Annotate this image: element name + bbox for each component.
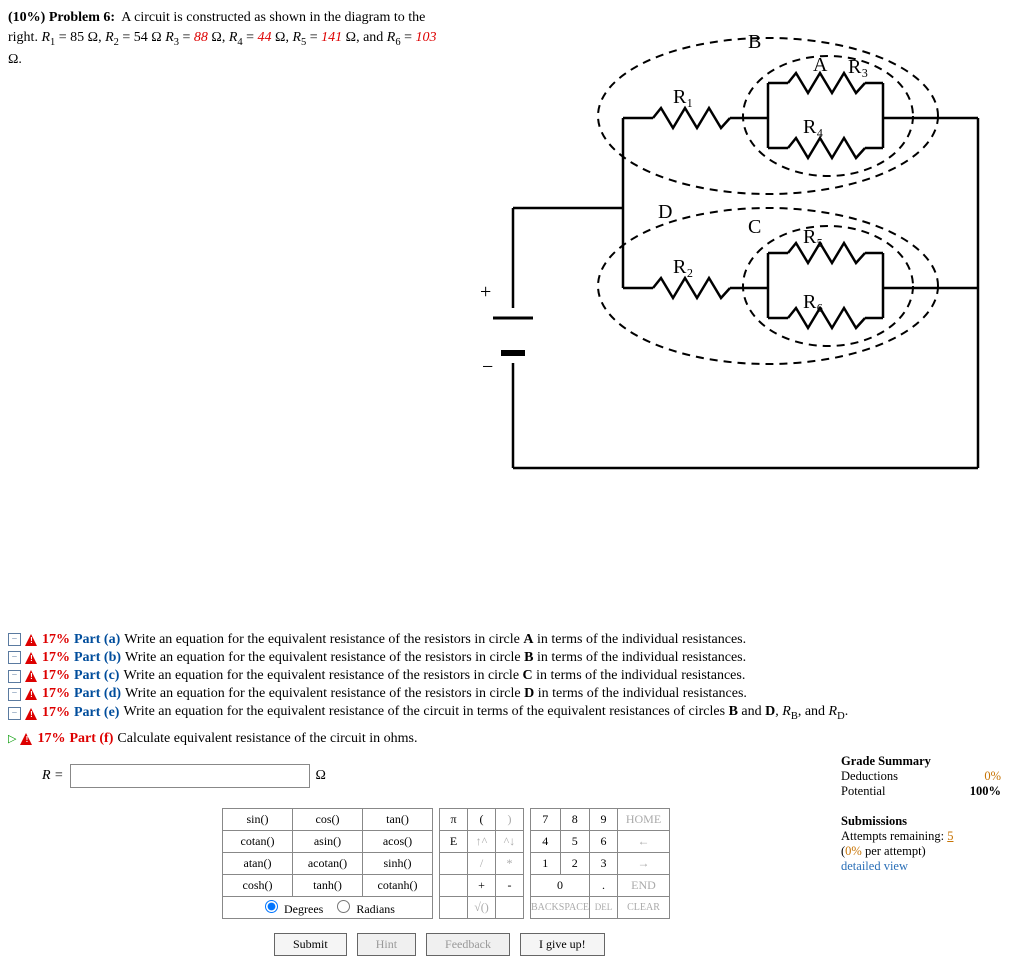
- svg-text:R₁: R₁: [673, 86, 693, 108]
- degrees-radio[interactable]: Degrees: [260, 902, 323, 916]
- key-pow-down[interactable]: ^↓: [496, 830, 524, 852]
- svg-text:B: B: [748, 31, 761, 53]
- svg-text:D: D: [658, 201, 672, 223]
- key-right[interactable]: →: [618, 852, 670, 874]
- answer-input[interactable]: [70, 764, 310, 788]
- key-E[interactable]: E: [440, 830, 468, 852]
- svg-text:+: +: [480, 281, 491, 303]
- key-minus[interactable]: -: [496, 874, 524, 896]
- svg-text:R₅: R₅: [803, 226, 823, 248]
- give-up-button[interactable]: I give up!: [520, 933, 605, 956]
- key-div[interactable]: /: [468, 852, 496, 874]
- collapse-icon[interactable]: −: [8, 633, 21, 646]
- fn-cosh[interactable]: cosh(): [223, 874, 293, 896]
- key-blank: [440, 896, 468, 918]
- key-2[interactable]: 2: [560, 852, 590, 874]
- answer-prefix: R =: [42, 768, 64, 784]
- key-6[interactable]: 6: [590, 830, 618, 852]
- key-4[interactable]: 4: [531, 830, 561, 852]
- collapse-icon[interactable]: −: [8, 688, 21, 701]
- fn-acos[interactable]: acos(): [363, 830, 433, 852]
- alert-icon: [25, 688, 38, 700]
- feedback-button[interactable]: Feedback: [426, 933, 510, 956]
- key-pow-up[interactable]: ↑^: [468, 830, 496, 852]
- number-keypad: 789HOME 456← 123→ 0.END BACKSPACEDELCLEA…: [530, 808, 670, 919]
- part-f[interactable]: ▷ 17% Part (f) Calculate equivalent resi…: [8, 730, 1021, 748]
- collapse-icon[interactable]: −: [8, 651, 21, 664]
- fn-tan[interactable]: tan(): [363, 808, 433, 830]
- circuit-diagram: B A D C R₁ R₃ R₄ R₂ R₅ R₆ + −: [468, 8, 1008, 478]
- key-blank: [496, 896, 524, 918]
- fn-cos[interactable]: cos(): [293, 808, 363, 830]
- key-rparen[interactable]: ): [496, 808, 524, 830]
- key-lparen[interactable]: (: [468, 808, 496, 830]
- part-c[interactable]: − 17% Part (c) Write an equation for the…: [8, 667, 1021, 685]
- key-8[interactable]: 8: [560, 808, 590, 830]
- key-3[interactable]: 3: [590, 852, 618, 874]
- key-end[interactable]: END: [618, 874, 670, 896]
- fn-cotanh[interactable]: cotanh(): [363, 874, 433, 896]
- key-clear[interactable]: CLEAR: [618, 896, 670, 918]
- hint-button[interactable]: Hint: [357, 933, 416, 956]
- key-7[interactable]: 7: [531, 808, 561, 830]
- alert-icon: [25, 670, 38, 682]
- key-blank: [440, 874, 468, 896]
- fn-sinh[interactable]: sinh(): [363, 852, 433, 874]
- key-9[interactable]: 9: [590, 808, 618, 830]
- key-pi[interactable]: π: [440, 808, 468, 830]
- key-blank: [440, 852, 468, 874]
- detailed-view-link[interactable]: detailed view: [841, 859, 908, 873]
- svg-text:A: A: [813, 54, 828, 76]
- alert-icon: [25, 708, 38, 720]
- part-b[interactable]: − 17% Part (b) Write an equation for the…: [8, 649, 1021, 667]
- function-keypad: sin()cos()tan() cotan()asin()acos() atan…: [222, 808, 433, 919]
- key-dot[interactable]: .: [590, 874, 618, 896]
- fn-atan[interactable]: atan(): [223, 852, 293, 874]
- fn-cotan[interactable]: cotan(): [223, 830, 293, 852]
- alert-icon: [25, 652, 38, 664]
- attempts-remaining[interactable]: 5: [947, 829, 953, 843]
- alert-icon: [20, 733, 33, 745]
- svg-text:R₃: R₃: [848, 56, 868, 78]
- svg-text:R₄: R₄: [803, 116, 823, 138]
- key-del[interactable]: DEL: [590, 896, 618, 918]
- key-sqrt[interactable]: √(): [468, 896, 496, 918]
- symbol-keypad: π() E↑^^↓ /* +- √(): [439, 808, 524, 919]
- problem-statement: (10%) Problem 6: A circuit is constructe…: [8, 8, 438, 71]
- key-mul[interactable]: *: [496, 852, 524, 874]
- expand-icon[interactable]: ▷: [8, 732, 16, 746]
- fn-tanh[interactable]: tanh(): [293, 874, 363, 896]
- grade-summary: Grade Summary Deductions0% Potential100%…: [841, 754, 1001, 874]
- answer-unit: Ω: [316, 768, 326, 784]
- radians-radio[interactable]: Radians: [332, 902, 395, 916]
- collapse-icon[interactable]: −: [8, 670, 21, 683]
- key-home[interactable]: HOME: [618, 808, 670, 830]
- key-0[interactable]: 0: [531, 874, 590, 896]
- key-left[interactable]: ←: [618, 830, 670, 852]
- part-a[interactable]: − 17% Part (a) Write an equation for the…: [8, 631, 1021, 649]
- fn-asin[interactable]: asin(): [293, 830, 363, 852]
- svg-text:R₆: R₆: [803, 291, 823, 313]
- fn-sin[interactable]: sin(): [223, 808, 293, 830]
- alert-icon: [25, 634, 38, 646]
- part-e[interactable]: − 17% Part (e) Write an equation for the…: [8, 703, 1021, 723]
- svg-text:R₂: R₂: [673, 256, 693, 278]
- svg-text:−: −: [482, 356, 493, 378]
- part-d[interactable]: − 17% Part (d) Write an equation for the…: [8, 685, 1021, 703]
- key-1[interactable]: 1: [531, 852, 561, 874]
- key-backspace[interactable]: BACKSPACE: [531, 896, 590, 918]
- fn-acotan[interactable]: acotan(): [293, 852, 363, 874]
- key-plus[interactable]: +: [468, 874, 496, 896]
- submit-button[interactable]: Submit: [274, 933, 347, 956]
- collapse-icon[interactable]: −: [8, 707, 21, 720]
- key-5[interactable]: 5: [560, 830, 590, 852]
- svg-text:C: C: [748, 216, 761, 238]
- angle-mode-row: Degrees Radians: [223, 896, 433, 918]
